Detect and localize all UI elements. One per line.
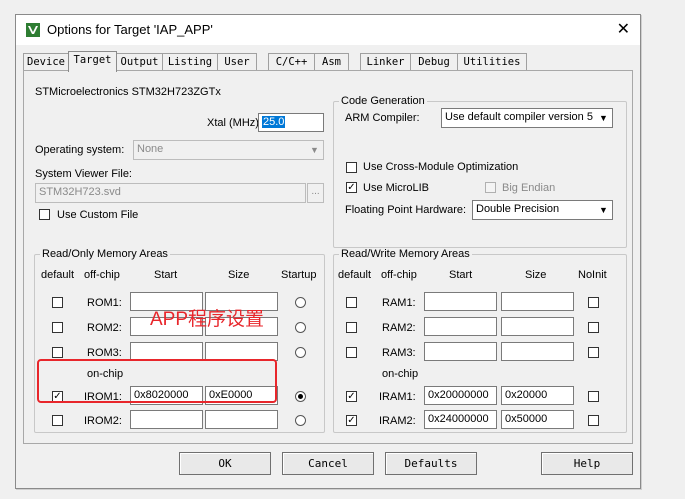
annotation-highlight-box <box>37 359 277 403</box>
rom2-default-checkbox[interactable] <box>52 322 63 333</box>
iram1-start-input[interactable]: 0x20000000 <box>424 386 497 405</box>
ram3-label: RAM3: <box>382 347 416 359</box>
tab-asm[interactable]: Asm <box>314 53 349 71</box>
ram1-label: RAM1: <box>382 297 416 309</box>
rom3-startup-radio[interactable] <box>295 347 306 358</box>
iram1-size-input[interactable]: 0x20000 <box>501 386 574 405</box>
ram1-start-input[interactable] <box>424 292 497 311</box>
os-label: Operating system: <box>35 144 125 156</box>
ram2-noinit-checkbox[interactable] <box>588 322 599 333</box>
ram2-size-input[interactable] <box>501 317 574 336</box>
iram1-label: IRAM1: <box>379 391 416 403</box>
irom2-default-checkbox[interactable] <box>52 415 63 426</box>
code-generation-title: Code Generation <box>339 95 427 107</box>
tab-user[interactable]: User <box>217 53 257 71</box>
help-button[interactable]: Help <box>541 452 633 475</box>
ram1-default-checkbox[interactable] <box>346 297 357 308</box>
options-dialog: Options for Target 'IAP_APP' ✕ Device Ta… <box>15 14 641 489</box>
svd-label: System Viewer File: <box>35 168 132 180</box>
big-endian-label: Big Endian <box>502 182 556 194</box>
iram1-noinit-checkbox[interactable] <box>588 391 599 402</box>
svd-browse-button: ... <box>307 183 324 203</box>
rom1-default-checkbox[interactable] <box>52 297 63 308</box>
ram-group-title: Read/Write Memory Areas <box>339 248 472 260</box>
chevron-down-icon: ▼ <box>599 205 608 215</box>
fph-label: Floating Point Hardware: <box>345 204 467 216</box>
tab-device[interactable]: Device <box>23 53 69 71</box>
custom-file-checkbox[interactable] <box>39 209 50 220</box>
iram2-start-input[interactable]: 0x24000000 <box>424 410 497 429</box>
ram3-default-checkbox[interactable] <box>346 347 357 358</box>
fph-select[interactable]: Double Precision ▼ <box>472 200 613 220</box>
iram2-label: IRAM2: <box>379 415 416 427</box>
iram1-default-checkbox[interactable]: ✓ <box>346 391 357 402</box>
microlib-label: Use MicroLIB <box>363 182 430 194</box>
rom3-label: ROM3: <box>87 347 122 359</box>
device-name: STMicroelectronics STM32H723ZGTx <box>35 86 221 98</box>
rom-group-title: Read/Only Memory Areas <box>40 248 170 260</box>
microlib-checkbox[interactable]: ✓ <box>346 182 357 193</box>
rom3-default-checkbox[interactable] <box>52 347 63 358</box>
annotation-text: APP程序设置 <box>150 309 265 330</box>
ram-header-start: Start <box>449 269 473 281</box>
ram2-default-checkbox[interactable] <box>346 322 357 333</box>
rom-header-startup: Startup <box>281 269 317 281</box>
cross-module-checkbox[interactable] <box>346 162 357 173</box>
compiler-label: ARM Compiler: <box>345 112 420 124</box>
ram3-start-input[interactable] <box>424 342 497 361</box>
irom2-size-input[interactable] <box>205 410 278 429</box>
iram2-default-checkbox[interactable]: ✓ <box>346 415 357 426</box>
chevron-down-icon: ▼ <box>599 113 608 123</box>
irom2-start-input[interactable] <box>130 410 203 429</box>
cancel-button[interactable]: Cancel <box>282 452 374 475</box>
cross-module-label: Use Cross-Module Optimization <box>363 161 519 173</box>
chevron-down-icon: ▼ <box>310 145 319 155</box>
rom2-startup-radio[interactable] <box>295 322 306 333</box>
window-title: Options for Target 'IAP_APP' <box>47 22 213 37</box>
svd-input: STM32H723.svd <box>35 183 306 203</box>
xtal-label: Xtal (MHz): <box>207 117 262 129</box>
rom-header-offchip: off-chip <box>84 269 120 281</box>
title-bar: Options for Target 'IAP_APP' ✕ <box>16 15 640 45</box>
iram2-noinit-checkbox[interactable] <box>588 415 599 426</box>
big-endian-checkbox <box>485 182 496 193</box>
compiler-select[interactable]: Use default compiler version 5 ▼ <box>441 108 613 128</box>
ram-onchip-label: on-chip <box>382 368 419 380</box>
irom2-label: IROM2: <box>84 415 122 427</box>
tab-cc[interactable]: C/C++ <box>268 53 315 71</box>
custom-file-label: Use Custom File <box>57 209 139 221</box>
iram2-size-input[interactable]: 0x50000 <box>501 410 574 429</box>
rom2-label: ROM2: <box>87 322 122 334</box>
rom1-label: ROM1: <box>87 297 122 309</box>
ram2-label: RAM2: <box>382 322 416 334</box>
rom-header-start: Start <box>154 269 178 281</box>
ok-button[interactable]: OK <box>179 452 271 475</box>
irom2-startup-radio[interactable] <box>295 415 306 426</box>
rom-header-default: default <box>41 269 75 281</box>
ram1-size-input[interactable] <box>501 292 574 311</box>
os-select: None ▼ <box>133 140 324 160</box>
tab-target[interactable]: Target <box>68 51 117 72</box>
rom1-startup-radio[interactable] <box>295 297 306 308</box>
tab-linker[interactable]: Linker <box>360 53 411 71</box>
ram2-start-input[interactable] <box>424 317 497 336</box>
tab-utilities[interactable]: Utilities <box>457 53 527 71</box>
defaults-button[interactable]: Defaults <box>385 452 477 475</box>
close-icon[interactable]: ✕ <box>617 19 630 39</box>
tab-listing[interactable]: Listing <box>162 53 218 71</box>
tab-debug[interactable]: Debug <box>410 53 458 71</box>
ram3-noinit-checkbox[interactable] <box>588 347 599 358</box>
irom1-startup-radio[interactable] <box>295 391 306 402</box>
ram-header-size: Size <box>525 269 547 281</box>
rom-header-size: Size <box>228 269 250 281</box>
ram-header-noinit: NoInit <box>578 269 607 281</box>
xtal-input[interactable]: 25.0 <box>258 113 324 132</box>
ram-header-default: default <box>338 269 372 281</box>
keil-app-icon <box>26 23 40 37</box>
tab-output[interactable]: Output <box>116 53 163 71</box>
ram-header-offchip: off-chip <box>381 269 417 281</box>
ram1-noinit-checkbox[interactable] <box>588 297 599 308</box>
ram3-size-input[interactable] <box>501 342 574 361</box>
